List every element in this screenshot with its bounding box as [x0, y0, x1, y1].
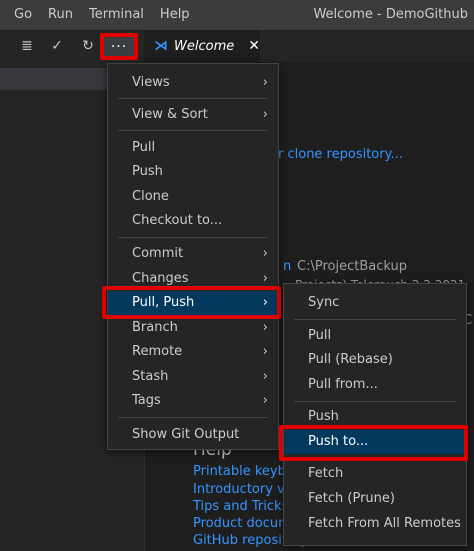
chevron-right-icon: ›	[262, 246, 268, 261]
submenu-item-fetch-prune[interactable]: Fetch (Prune)	[284, 487, 466, 511]
menu-item-label: Changes	[132, 271, 189, 286]
window-title: Welcome - DemoGithub	[313, 7, 468, 22]
menu-separator	[294, 319, 456, 320]
menu-item-label: Views	[132, 75, 170, 90]
menu-item-label: Pull (Rebase)	[308, 352, 393, 367]
menu-item-label: Commit	[132, 246, 184, 261]
chevron-right-icon: ›	[262, 344, 268, 359]
menu-item-label: Push	[132, 164, 163, 179]
tab-label: Welcome	[174, 38, 235, 54]
menu-item-label: Sync	[308, 295, 340, 310]
chevron-right-icon: ›	[262, 320, 268, 335]
recent-item-prefix[interactable]: n	[283, 259, 291, 274]
menu-item-label: Remote	[132, 344, 183, 359]
menu-item-show-git-output[interactable]: Show Git Output	[108, 423, 278, 447]
submenu-item-pull-rebase[interactable]: Pull (Rebase)	[284, 348, 466, 372]
more-actions-button[interactable]: ···	[100, 33, 138, 60]
recent-item-path: C:\ProjectBackup	[297, 259, 407, 274]
submenu-item-pull[interactable]: Pull	[284, 324, 466, 348]
chevron-right-icon: ›	[262, 393, 268, 408]
pull-push-submenu: Sync Pull Pull (Rebase) Pull from... Pus…	[283, 283, 467, 546]
menu-item-label: Branch	[132, 320, 178, 335]
tab-welcome[interactable]: ⋊ Welcome ✕	[144, 30, 260, 62]
menu-item-view-sort[interactable]: View & Sort ›	[108, 103, 278, 127]
chevron-right-icon: ›	[262, 369, 268, 384]
submenu-item-sync[interactable]: Sync	[284, 291, 466, 315]
menu-item-label: Fetch From All Remotes	[308, 516, 461, 531]
menu-item-pull[interactable]: Pull	[108, 136, 278, 160]
git-context-menu: Views › View & Sort › Pull Push Clone Chec…	[107, 63, 279, 450]
tab-bar-empty	[260, 30, 474, 62]
ellipsis-icon: ···	[110, 38, 128, 55]
menu-item-label: View & Sort	[132, 107, 208, 122]
vscode-logo-icon: ⋊	[154, 38, 168, 54]
menu-terminal[interactable]: Terminal	[81, 0, 152, 30]
help-link[interactable]: Introductory vic	[193, 482, 296, 497]
menu-item-label: Fetch	[308, 466, 344, 481]
menu-separator	[118, 98, 268, 99]
menu-item-label: Checkout to...	[132, 213, 223, 228]
menu-item-views[interactable]: Views ›	[108, 71, 278, 95]
menu-separator	[118, 237, 268, 238]
menu-item-checkout[interactable]: Checkout to...	[108, 209, 278, 233]
submenu-item-fetch[interactable]: Fetch	[284, 462, 466, 486]
menu-item-label: Tags	[132, 393, 161, 408]
menu-item-label: Pull from...	[308, 377, 378, 392]
menu-item-clone[interactable]: Clone	[108, 185, 278, 209]
menu-item-label: Pull	[308, 328, 332, 343]
close-icon[interactable]: ✕	[248, 38, 260, 54]
pull-push-highlight	[102, 286, 281, 319]
tree-view-icon[interactable]: ≣	[16, 36, 38, 56]
menu-item-label: Show Git Output	[132, 427, 240, 442]
submenu-item-fetch-all-remotes[interactable]: Fetch From All Remotes	[284, 512, 466, 536]
help-link[interactable]: Printable keybo	[193, 464, 294, 479]
menu-item-label: Pull	[132, 140, 156, 155]
menu-item-remote[interactable]: Remote ›	[108, 340, 278, 364]
menu-item-stash[interactable]: Stash ›	[108, 365, 278, 389]
chevron-right-icon: ›	[262, 75, 268, 90]
menu-help[interactable]: Help	[152, 0, 198, 30]
help-link[interactable]: Tips and Tricks	[193, 499, 288, 514]
menu-item-label: Push	[308, 409, 339, 424]
commit-check-icon[interactable]: ✓	[46, 36, 68, 56]
push-to-highlight	[279, 425, 468, 461]
menu-separator	[294, 401, 456, 402]
menu-run[interactable]: Run	[40, 0, 81, 30]
menu-item-commit[interactable]: Commit ›	[108, 242, 278, 266]
menu-item-label: Fetch (Prune)	[308, 491, 395, 506]
menu-separator	[118, 130, 268, 131]
menu-item-branch[interactable]: Branch ›	[108, 316, 278, 340]
menu-go[interactable]: Go	[0, 0, 40, 30]
menu-item-label: Clone	[132, 189, 169, 204]
title-bar: Go Run Terminal Help Welcome - DemoGithu…	[0, 0, 474, 30]
menu-item-label: Stash	[132, 369, 169, 384]
chevron-right-icon: ›	[262, 107, 268, 122]
menu-separator	[118, 417, 268, 418]
submenu-item-pull-from[interactable]: Pull from...	[284, 373, 466, 397]
menu-item-push[interactable]: Push	[108, 160, 278, 184]
menu-item-tags[interactable]: Tags ›	[108, 389, 278, 413]
clone-repository-link[interactable]: r clone repository...	[278, 147, 403, 162]
refresh-icon[interactable]: ↻	[77, 36, 99, 56]
